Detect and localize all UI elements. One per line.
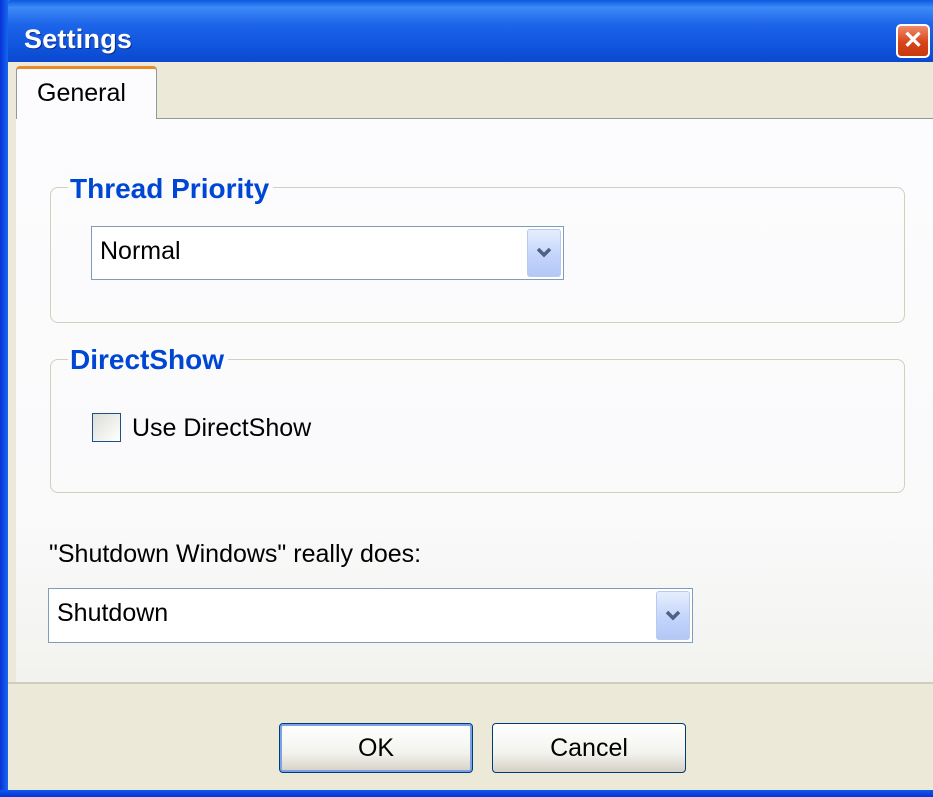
window-frame-left — [0, 0, 8, 797]
close-icon: ✕ — [902, 27, 924, 54]
window-title: Settings — [24, 24, 133, 54]
close-button[interactable]: ✕ — [896, 24, 930, 58]
footer-divider — [8, 682, 933, 684]
tab-general-label: General — [37, 79, 126, 107]
use-directshow-label[interactable]: Use DirectShow — [132, 414, 311, 443]
thread-priority-select[interactable]: Normal — [91, 226, 564, 280]
thread-priority-value: Normal — [100, 237, 181, 265]
window-frame-bottom — [0, 790, 933, 797]
tab-general[interactable]: General — [16, 66, 157, 119]
shutdown-label: "Shutdown Windows" really does: — [49, 540, 422, 568]
cancel-button[interactable]: Cancel — [492, 723, 686, 773]
ok-button[interactable]: OK — [279, 723, 473, 773]
title-bar[interactable]: Settings ✕ — [0, 0, 933, 62]
shutdown-action-select[interactable]: Shutdown — [48, 588, 693, 643]
directshow-title: DirectShow — [68, 344, 229, 376]
shutdown-dropdown-button[interactable] — [656, 591, 690, 640]
thread-priority-dropdown-button[interactable] — [527, 229, 561, 277]
chevron-down-icon — [665, 610, 681, 620]
shutdown-action-value: Shutdown — [57, 599, 169, 627]
use-directshow-checkbox[interactable] — [92, 413, 121, 442]
chevron-down-icon — [536, 247, 552, 258]
thread-priority-title: Thread Priority — [68, 173, 274, 205]
settings-dialog: Settings ✕ General Thread Priority Norma… — [0, 0, 933, 797]
